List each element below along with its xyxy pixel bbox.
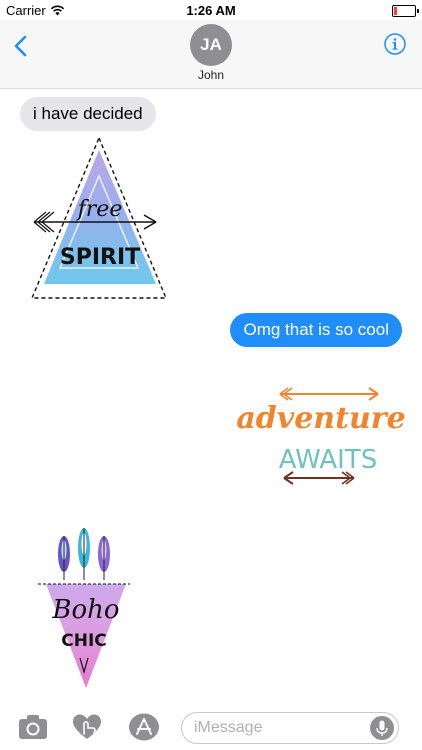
- avatar-initials: JA: [200, 35, 222, 54]
- contact-name[interactable]: John: [0, 68, 422, 82]
- conversation-header: JA John: [0, 20, 422, 89]
- avatar[interactable]: JA: [190, 24, 232, 66]
- free-spirit-line1: free: [76, 197, 123, 222]
- boho-line1: Boho: [51, 595, 119, 625]
- info-icon[interactable]: [384, 33, 406, 55]
- imessage-field[interactable]: [181, 712, 399, 744]
- microphone-icon[interactable]: [370, 716, 394, 740]
- back-chevron-icon[interactable]: [10, 34, 34, 58]
- outgoing-message-bubble[interactable]: Omg that is so cool: [230, 313, 402, 347]
- message-input-bar: [0, 704, 422, 750]
- status-time: 1:26 AM: [186, 3, 236, 18]
- incoming-message-bubble[interactable]: i have decided: [20, 97, 156, 131]
- message-input[interactable]: [194, 719, 364, 737]
- status-bar: Carrier 1:26 AM: [0, 0, 422, 22]
- free-spirit-sticker[interactable]: free SPIRIT: [28, 136, 170, 302]
- camera-icon[interactable]: [18, 713, 48, 741]
- free-spirit-line2: SPIRIT: [60, 245, 140, 270]
- battery-icon: [392, 5, 419, 17]
- adventure-awaits-sticker[interactable]: adventure AWAITS: [236, 382, 406, 486]
- app-store-icon[interactable]: [128, 713, 160, 741]
- adventure-line2: AWAITS: [279, 445, 378, 475]
- digital-touch-icon[interactable]: [72, 713, 102, 741]
- boho-chic-sticker[interactable]: Boho CHIC: [34, 528, 134, 690]
- adventure-line1: adventure: [236, 401, 405, 436]
- boho-line2: CHIC: [61, 631, 107, 651]
